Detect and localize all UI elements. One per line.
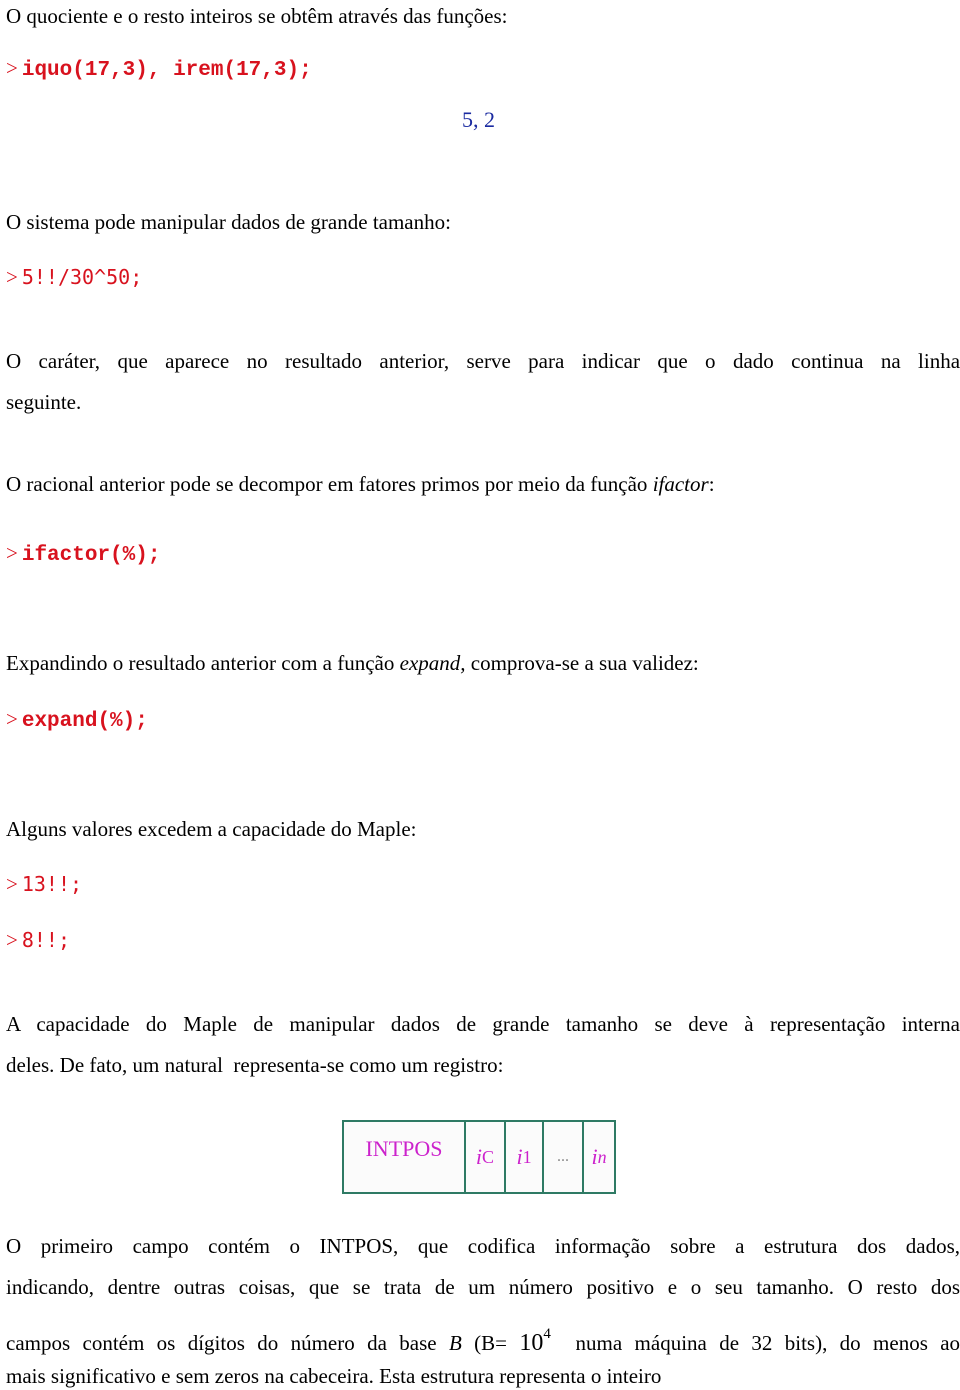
- command-text: 8!!;: [21, 928, 71, 952]
- prompt-symbol: >: [6, 56, 18, 80]
- capacity-paragraph: Alguns valores excedem a capacidade do M…: [6, 817, 417, 841]
- command-text: 5!!/30^50;: [21, 265, 143, 289]
- command-iquo-irem[interactable]: > iquo(17,3), irem(17,3);: [6, 56, 312, 83]
- intpos-register-diagram: INTPOS iC i1 ... in: [342, 1120, 616, 1194]
- command-text: 13!!;: [21, 872, 83, 896]
- intpos-paragraph-line1: O primeiro campo contém o INTPOS, que co…: [6, 1234, 960, 1258]
- continuation-paragraph-line2: seguinte.: [6, 390, 82, 414]
- command-expand[interactable]: > expand(%);: [6, 707, 148, 734]
- command-text: iquo(17,3), irem(17,3);: [21, 59, 312, 82]
- register-cell-i1: i1: [506, 1122, 544, 1192]
- command-ifactor[interactable]: > ifactor(%);: [6, 541, 160, 568]
- ifactor-function-name: ifactor: [652, 472, 709, 496]
- command-13-double-factorial[interactable]: >13!!;: [6, 872, 82, 896]
- intpos-paragraph-line4: mais significativo e sem zeros na cabece…: [6, 1364, 662, 1388]
- register-cell-ellipsis: ...: [544, 1122, 584, 1192]
- command-text: expand(%);: [21, 710, 148, 733]
- register-header-cell: INTPOS: [344, 1122, 466, 1192]
- representation-paragraph-line2: deles. De fato, um natural representa-se…: [6, 1053, 504, 1077]
- representation-paragraph-line1: A capacidade do Maple de manipular dados…: [6, 1012, 960, 1036]
- command-8-double-factorial[interactable]: >8!!;: [6, 928, 70, 952]
- base-value: 10: [519, 1330, 544, 1356]
- prompt-symbol: >: [6, 928, 18, 952]
- continuation-paragraph-line1: O caráter, que aparece no resultado ante…: [6, 349, 960, 373]
- base-variable: B: [448, 1331, 462, 1355]
- output-result: 5, 2: [462, 107, 495, 132]
- ifactor-paragraph: O racional anterior pode se decompor em …: [6, 472, 715, 496]
- prompt-symbol: >: [6, 707, 18, 731]
- register-cell-ic: iC: [466, 1122, 506, 1192]
- register-cell-in: in: [591, 1144, 607, 1169]
- intpos-paragraph-line3: campos contém os dígitos do número da ba…: [6, 1326, 960, 1356]
- base-exponent: 4: [543, 1326, 551, 1342]
- expand-paragraph: Expandindo o resultado anterior com a fu…: [6, 651, 699, 675]
- command-double-factorial-division[interactable]: >5!!/30^50;: [6, 265, 142, 289]
- prompt-symbol: >: [6, 872, 18, 896]
- prompt-symbol: >: [6, 265, 18, 289]
- intro-paragraph: O quociente e o resto inteiros se obtêm …: [6, 4, 508, 28]
- intpos-paragraph-line2: indicando, dentre outras coisas, que se …: [6, 1275, 960, 1299]
- prompt-symbol: >: [6, 541, 18, 565]
- expand-function-name: expand,: [399, 651, 466, 675]
- command-text: ifactor(%);: [21, 544, 161, 567]
- large-data-paragraph: O sistema pode manipular dados de grande…: [6, 210, 451, 234]
